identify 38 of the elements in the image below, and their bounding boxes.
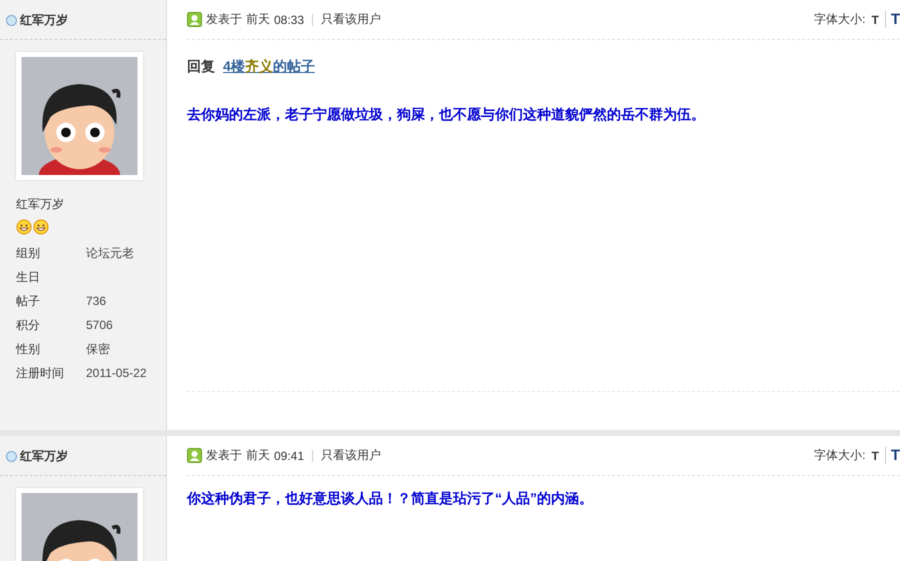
field-label: 积分	[16, 317, 41, 334]
field-label: 生日	[16, 269, 41, 286]
small-font-button[interactable]: T	[871, 12, 879, 26]
smiley-icon	[33, 219, 49, 235]
author-name[interactable]: 红军万岁	[20, 448, 68, 465]
profile-name: 红军万岁	[16, 196, 65, 213]
posted-label: 发表于	[206, 447, 242, 464]
author-name[interactable]: 红军万岁	[20, 12, 68, 29]
small-font-button[interactable]: T	[871, 448, 879, 462]
field-value: 2011-05-22	[86, 365, 148, 382]
status-circle-icon	[6, 451, 17, 462]
field-label: 组别	[16, 245, 41, 262]
user-icon	[187, 12, 202, 27]
field-value: 保密	[86, 341, 111, 358]
large-font-button[interactable]: T	[884, 447, 900, 464]
field-value: 论坛元老	[86, 245, 135, 262]
field-label: 性别	[16, 341, 41, 358]
field-value: 736	[86, 293, 108, 310]
post-day: 前天	[246, 11, 270, 28]
user-icon	[187, 448, 202, 463]
only-this-user-link[interactable]: 只看该用户	[321, 447, 382, 464]
post-text: 你这种伪君子，也好意思谈人品！？简直是玷污了“人品”的内涵。	[187, 490, 594, 508]
quoted-post-link[interactable]: 4楼齐义的帖子	[223, 58, 315, 76]
status-circle-icon	[6, 15, 17, 26]
post-text: 去你妈的左派，老子宁愿做垃圾，狗屎，也不愿与你们这种道貌俨然的岳不群为伍。	[187, 106, 706, 124]
font-size-label: 字体大小:	[814, 447, 866, 464]
font-size-label: 字体大小:	[814, 11, 866, 28]
only-this-user-link[interactable]: 只看该用户	[321, 11, 382, 28]
post-time: 08:33	[274, 12, 304, 26]
smiley-icon	[16, 219, 32, 235]
large-font-button[interactable]: T	[884, 11, 900, 28]
post-day: 前天	[246, 447, 270, 464]
field-label: 注册时间	[16, 365, 65, 382]
reply-label: 回复	[187, 58, 215, 76]
posted-label: 发表于	[206, 11, 242, 28]
field-label: 帖子	[16, 293, 41, 310]
post-time: 09:41	[274, 448, 304, 462]
field-value: 5706	[86, 317, 114, 334]
